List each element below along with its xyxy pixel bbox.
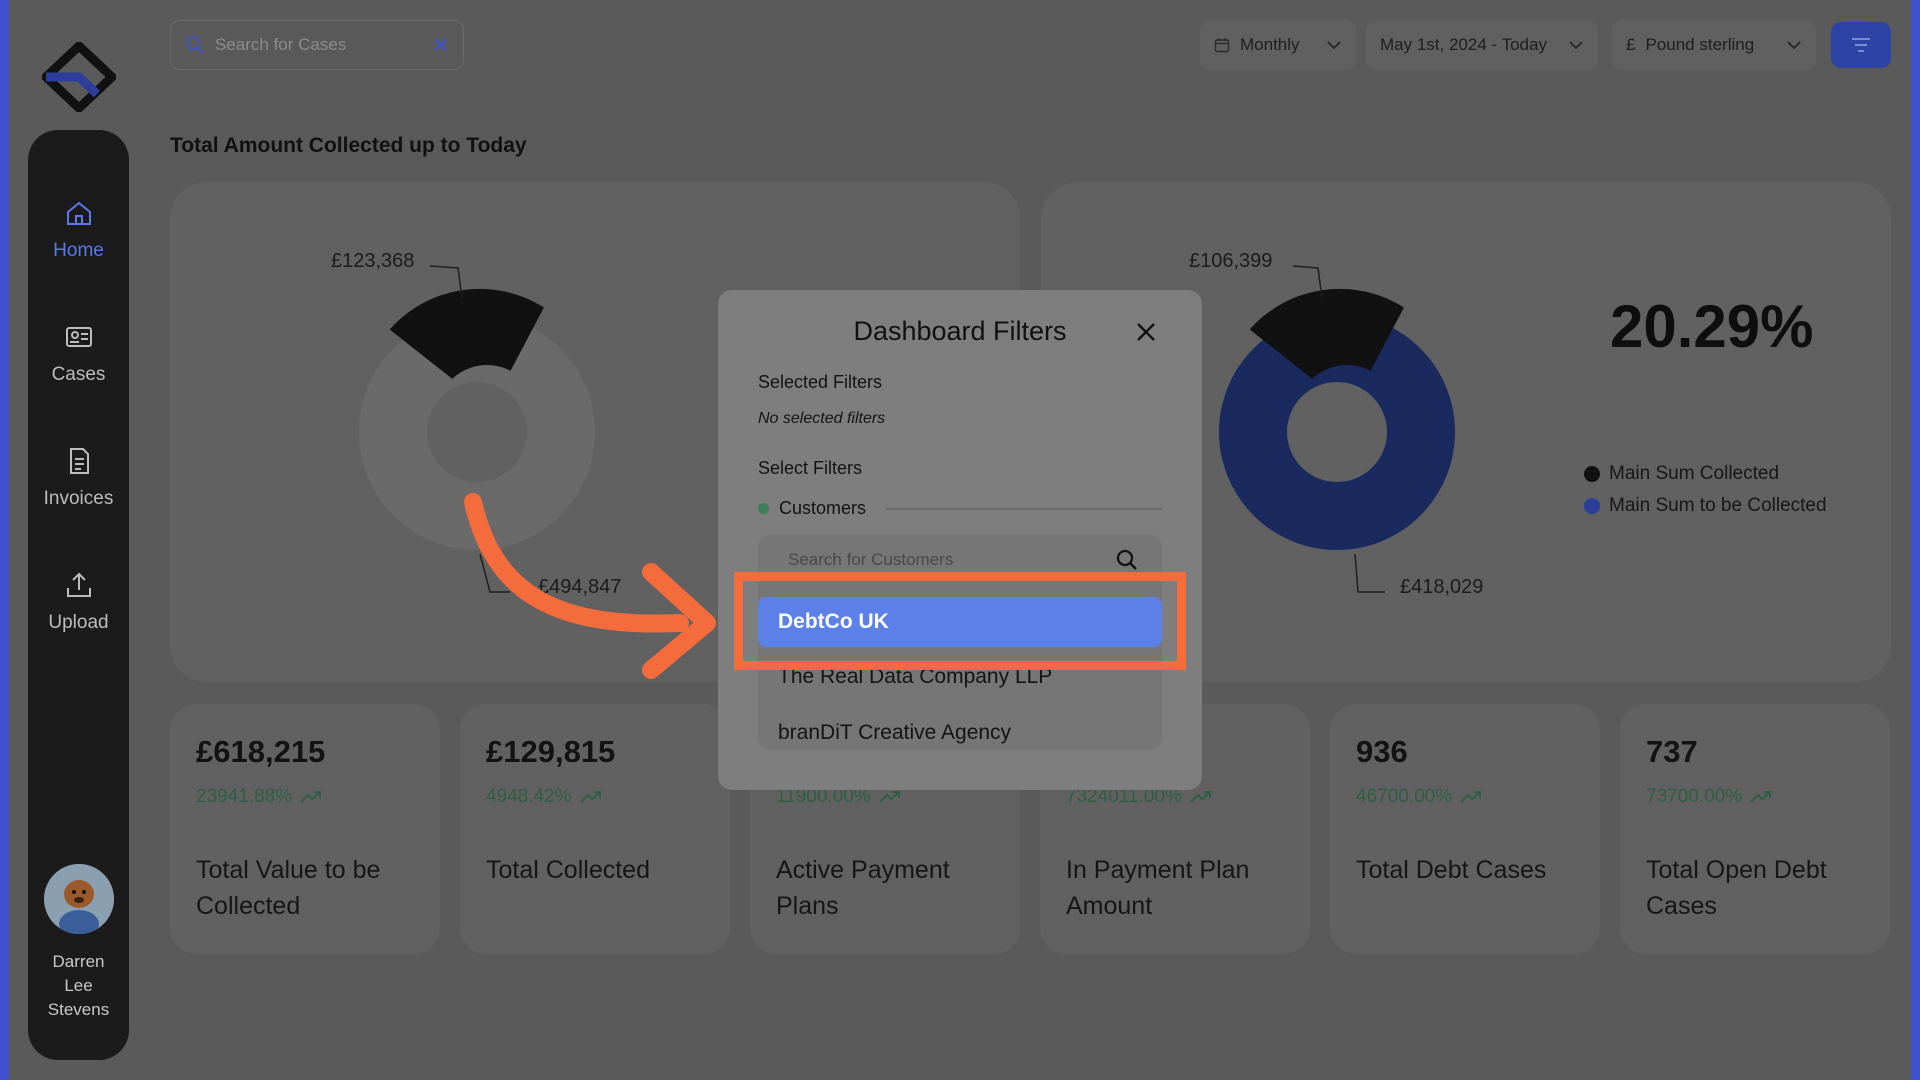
user-profile[interactable]: Darren Lee Stevens — [28, 864, 129, 1022]
sidebar-item-label: Home — [53, 240, 104, 261]
selected-filters-heading: Selected Filters — [758, 372, 883, 392]
stat-card-open-debt-cases: 737 73700.00% Total Open Debt Cases — [1620, 704, 1890, 954]
no-selected-filters-text: No selected filters — [758, 410, 886, 427]
stat-value: 936 — [1356, 734, 1408, 769]
period-dropdown[interactable]: Monthly — [1200, 20, 1356, 70]
stat-change: 73700.00% — [1646, 786, 1864, 808]
chart-legend: Main Sum Collected Main Sum to be Collec… — [1584, 463, 1827, 527]
left-chart-top-label: £123,368 — [331, 250, 415, 272]
currency-dropdown[interactable]: £ Pound sterling — [1612, 20, 1816, 70]
highlight-box — [734, 572, 1186, 670]
tab-active-dot — [758, 503, 769, 514]
chevron-down-icon — [1327, 41, 1341, 50]
clear-search-icon[interactable]: ✕ — [432, 33, 449, 58]
document-icon — [69, 448, 89, 474]
trend-up-icon — [579, 791, 601, 803]
avatar-image — [43, 864, 114, 934]
select-filters-heading: Select Filters — [758, 458, 863, 478]
section-title: Total Amount Collected up to Today — [170, 134, 527, 157]
sidebar-item-label: Cases — [51, 364, 106, 385]
stat-label: Total Open Debt Cases — [1646, 856, 1827, 920]
avatar[interactable] — [43, 864, 114, 934]
tab-divider — [886, 507, 1162, 510]
home-icon — [66, 201, 91, 225]
id-card-icon — [65, 327, 92, 347]
stat-card-total-collected: £129,815 4948.42% Total Collected — [460, 704, 730, 954]
tab-label: Customers — [779, 498, 867, 518]
collection-percentage: 20.29% — [1610, 293, 1814, 360]
trend-up-icon — [1460, 791, 1482, 803]
date-range-dropdown[interactable]: May 1st, 2024 - Today — [1366, 20, 1598, 70]
customer-search-placeholder: Search for Customers — [788, 550, 954, 569]
stat-label: Total Debt Cases — [1356, 856, 1547, 884]
sidebar-item-label: Upload — [48, 612, 109, 633]
sidebar-item-invoices[interactable]: Invoices — [28, 446, 129, 510]
right-donut-chart — [1219, 265, 1455, 593]
legend-item-to-be-collected: Main Sum to be Collected — [1584, 495, 1827, 517]
stat-value: 737 — [1646, 734, 1698, 769]
legend-label: Main Sum to be Collected — [1609, 495, 1827, 516]
stat-change: 4948.42% — [486, 786, 704, 808]
trend-up-icon — [300, 791, 322, 803]
chevron-down-icon — [1787, 41, 1801, 50]
close-icon[interactable] — [1132, 318, 1160, 346]
stat-label: Total Value to be Collected — [196, 856, 381, 920]
search-cases-input[interactable]: Search for Cases ✕ — [170, 20, 464, 70]
date-range-value: May 1st, 2024 - Today — [1380, 35, 1547, 54]
sidebar-item-home[interactable]: Home — [28, 198, 129, 262]
dashboard-filters-modal: Dashboard Filters Selected Filters No se… — [718, 290, 1202, 790]
legend-item-collected: Main Sum Collected — [1584, 463, 1827, 485]
search-icon[interactable] — [1116, 549, 1138, 571]
donut-to-be-collected-segment — [1219, 314, 1455, 550]
right-chart-bottom-label: £418,029 — [1400, 576, 1484, 598]
search-placeholder: Search for Cases — [215, 35, 347, 54]
sidebar-item-label: Invoices — [43, 488, 114, 509]
sidebar: Home Cases Invoices Upload Darren Lee St… — [28, 130, 129, 1060]
stat-card-total-value: £618,215 23941.88% Total Value to be Col… — [170, 704, 440, 954]
legend-dot — [1584, 498, 1600, 514]
stat-change-value: 23941.88% — [196, 786, 293, 807]
stat-change-value: 46700.00% — [1356, 786, 1453, 807]
customer-search-input[interactable]: Search for Customers — [788, 549, 1138, 571]
stat-change-value: 73700.00% — [1646, 786, 1743, 807]
legend-label: Main Sum Collected — [1609, 463, 1780, 484]
leader-line-bottom — [1354, 553, 1385, 593]
right-edge-bar — [1911, 0, 1920, 1080]
currency-symbol: £ — [1626, 35, 1636, 54]
filter-button[interactable] — [1831, 22, 1891, 68]
sidebar-item-upload[interactable]: Upload — [28, 570, 129, 634]
upload-icon — [66, 572, 91, 597]
trend-up-icon — [1750, 791, 1772, 803]
trend-up-icon — [1190, 791, 1211, 803]
modal-title: Dashboard Filters — [853, 316, 1067, 346]
stat-card-total-debt-cases: 936 46700.00% Total Debt Cases — [1330, 704, 1600, 954]
pointer-arrow — [464, 493, 716, 679]
stat-value: £129,815 — [486, 734, 616, 769]
stat-change: 46700.00% — [1356, 786, 1574, 808]
period-value: Monthly — [1240, 35, 1300, 54]
trend-up-icon — [879, 791, 900, 803]
stat-label: Total Collected — [486, 856, 650, 884]
calendar-icon — [1214, 38, 1230, 53]
customer-option-brandit[interactable]: branDiT Creative Agency — [778, 721, 1011, 745]
chevron-down-icon — [1569, 41, 1583, 50]
filter-icon — [1852, 38, 1870, 52]
user-name: Darren Lee Stevens — [47, 952, 110, 1019]
stat-label: In Payment Plan Amount — [1066, 856, 1250, 920]
tab-customers[interactable]: Customers — [758, 498, 1162, 519]
app-logo[interactable] — [42, 42, 116, 112]
currency-value: Pound sterling — [1645, 35, 1755, 54]
left-edge-bar — [0, 0, 9, 1080]
stat-change-value: 4948.42% — [486, 786, 572, 807]
stat-value: £618,215 — [196, 734, 326, 769]
sidebar-item-cases[interactable]: Cases — [28, 322, 129, 386]
stat-label: Active Payment Plans — [776, 856, 950, 920]
search-icon — [186, 36, 204, 54]
right-chart-top-label: £106,399 — [1189, 250, 1273, 272]
stat-change: 23941.88% — [196, 786, 414, 808]
legend-dot — [1584, 466, 1600, 482]
